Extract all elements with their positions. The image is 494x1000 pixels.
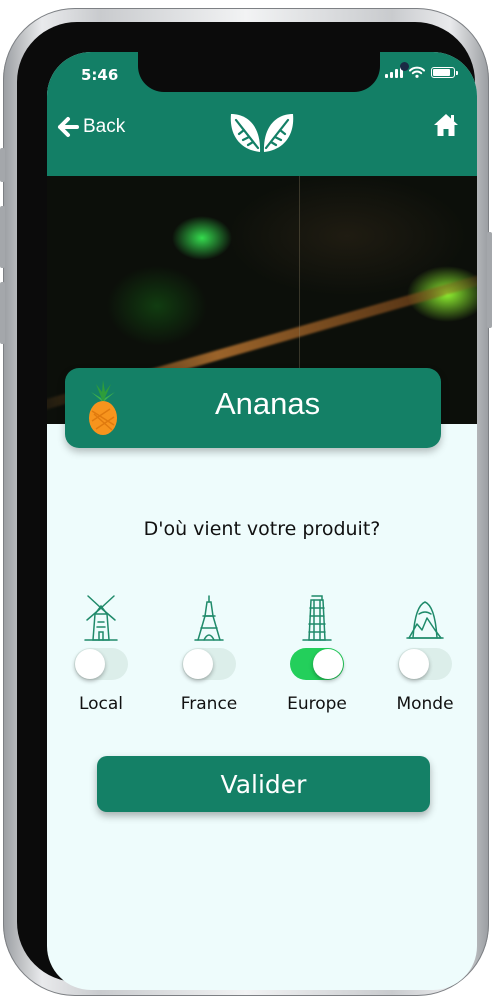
origin-option-france: France (155, 594, 263, 714)
origin-label: France (180, 694, 238, 714)
world-landmark-icon (406, 601, 444, 639)
validate-button[interactable]: Valider (97, 756, 430, 812)
back-button[interactable]: Back (57, 116, 125, 138)
status-time: 5:46 (81, 66, 119, 84)
pineapple-icon (89, 380, 117, 435)
origin-toggle-europe[interactable] (290, 648, 344, 680)
origin-options: Local France Europe Monde (47, 594, 477, 734)
phone-bezel: 5:46 Back Ananas D'où vient votre produi… (17, 22, 477, 990)
back-label: Back (83, 116, 126, 137)
phone-notch (138, 52, 409, 92)
app-screen: 5:46 Back Ananas D'où vient votre produi… (47, 52, 477, 990)
windmill-icon (84, 595, 118, 641)
origin-toggle-france[interactable] (182, 648, 236, 680)
origin-toggle-monde[interactable] (398, 648, 452, 680)
phone-frame: 5:46 Back Ananas D'où vient votre produi… (0, 8, 492, 996)
power-button (487, 232, 492, 328)
leaves-icon (230, 114, 294, 152)
mute-switch (0, 148, 5, 182)
leaning-tower-icon (302, 595, 332, 641)
origin-option-europe: Europe (263, 594, 371, 714)
product-title: Ananas (215, 386, 321, 421)
origin-option-local: Local (47, 594, 155, 714)
volume-up-button (0, 206, 5, 268)
volume-down-button (0, 282, 5, 344)
eiffel-tower-icon (194, 595, 224, 641)
origin-label: Europe (287, 694, 347, 714)
arrow-left-icon (58, 117, 79, 137)
battery-icon (431, 66, 458, 78)
origin-question: D'où vient votre produit? (143, 518, 381, 540)
origin-toggle-local[interactable] (74, 648, 128, 680)
camera-icon (400, 62, 409, 71)
origin-label: Local (78, 694, 124, 714)
home-icon[interactable] (433, 112, 459, 138)
wifi-icon (409, 66, 425, 78)
origin-label: Monde (396, 694, 454, 714)
product-title-card: Ananas (65, 368, 441, 448)
origin-option-monde: Monde (371, 594, 477, 714)
status-icons (385, 66, 458, 78)
